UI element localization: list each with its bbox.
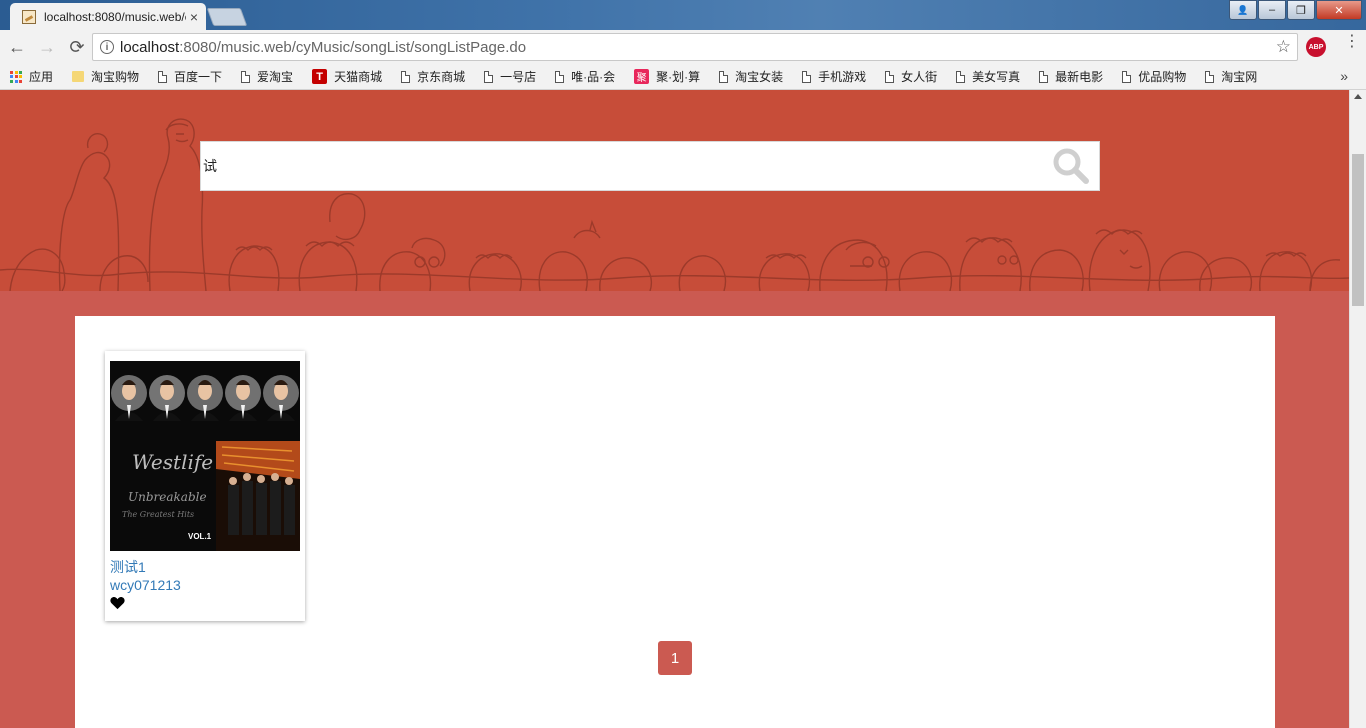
bookmark-label: 女人街 <box>901 70 938 84</box>
page-button-1[interactable]: 1 <box>658 641 692 675</box>
browser-tab[interactable]: localhost:8080/music.web/cyMusic/songLis… <box>10 3 206 30</box>
page-icon <box>1205 70 1215 83</box>
page-icon <box>401 70 411 83</box>
ju-icon: 聚 <box>634 69 650 84</box>
address-bar[interactable]: i localhost:8080/music.web/cyMusic/songL… <box>92 33 1298 61</box>
album-cover[interactable]: Westlife Unbreakable The Greatest Hits V… <box>110 361 300 551</box>
browser-menu-icon[interactable]: ⋮ <box>1344 34 1360 50</box>
forward-button[interactable]: → <box>34 34 60 60</box>
bookmarks-bar: 应用 淘宝购物 百度一下 爱淘宝 T 天猫商城 京东商城 一号店 唯·品·会 聚聚·划·算 淘宝女装… <box>0 64 1366 90</box>
song-card[interactable]: Westlife Unbreakable The Greatest Hits V… <box>105 351 305 621</box>
song-title-link[interactable]: 测试1 <box>110 557 146 577</box>
page-icon <box>802 70 812 83</box>
search-bar <box>200 141 1100 191</box>
page-icon <box>1122 70 1132 83</box>
bookmark-item[interactable]: 爱淘宝 <box>241 68 293 85</box>
adblock-plus-icon[interactable]: ABP <box>1306 37 1326 57</box>
svg-text:Westlife: Westlife <box>132 450 213 474</box>
bookmark-item[interactable]: 美女写真 <box>956 68 1020 85</box>
bookmark-item[interactable]: 一号店 <box>484 68 536 85</box>
page-icon <box>241 70 251 83</box>
page-icon <box>719 70 729 83</box>
song-author-link[interactable]: wcy071213 <box>110 577 181 593</box>
bookmark-item[interactable]: 唯·品·会 <box>555 68 615 85</box>
page-favicon-icon <box>22 9 36 24</box>
page-icon <box>956 70 966 83</box>
bookmark-label: 淘宝网 <box>1221 70 1258 84</box>
page-icon <box>484 70 494 83</box>
bookmark-item[interactable]: 女人街 <box>885 68 937 85</box>
back-button[interactable]: ← <box>4 34 30 60</box>
svg-text:Unbreakable: Unbreakable <box>128 490 207 504</box>
svg-text:The Greatest Hits: The Greatest Hits <box>122 510 194 519</box>
scroll-up-arrow-icon[interactable] <box>1354 94 1362 99</box>
restore-button[interactable]: ❐ <box>1287 0 1315 20</box>
bookmark-label: 百度一下 <box>174 70 223 84</box>
folder-icon <box>72 71 85 82</box>
bookmark-label: 淘宝女装 <box>735 70 784 84</box>
bookmark-item[interactable]: 最新电影 <box>1039 68 1103 85</box>
svg-text:VOL.1: VOL.1 <box>188 532 212 541</box>
scrollbar-thumb[interactable] <box>1352 154 1364 306</box>
bookmark-item[interactable]: 百度一下 <box>158 68 222 85</box>
window-controls: 👤 – ❐ ✕ <box>1228 0 1362 20</box>
bookmark-item[interactable]: 淘宝女装 <box>719 68 783 85</box>
browser-toolbar: ← → ⟳ i localhost:8080/music.web/cyMusic… <box>0 30 1366 64</box>
user-profile-button[interactable]: 👤 <box>1229 0 1257 20</box>
bookmark-item[interactable]: 手机游戏 <box>802 68 866 85</box>
bookmark-label: 唯·品·会 <box>571 70 616 84</box>
bookmark-label: 应用 <box>29 70 54 84</box>
bookmark-item[interactable]: 聚聚·划·算 <box>634 68 700 85</box>
tab-title: localhost:8080/music.web/cyMusic/songLis… <box>44 9 186 24</box>
bookmark-label: 聚·划·算 <box>656 70 701 84</box>
bookmark-label: 爱淘宝 <box>257 70 294 84</box>
bookmark-label: 最新电影 <box>1055 70 1104 84</box>
header-banner <box>0 90 1349 291</box>
bookmark-item[interactable]: 应用 <box>10 68 53 85</box>
close-window-button[interactable]: ✕ <box>1316 0 1362 20</box>
page-icon <box>1039 70 1049 83</box>
bookmark-item[interactable]: 淘宝网 <box>1205 68 1257 85</box>
bookmark-item[interactable]: 优品购物 <box>1122 68 1186 85</box>
apps-icon <box>10 70 22 83</box>
new-tab-button[interactable] <box>206 8 248 26</box>
bookmarks-overflow-icon[interactable]: » <box>1340 68 1348 84</box>
url-text[interactable]: localhost:8080/music.web/cyMusic/songLis… <box>120 39 1276 56</box>
search-icon[interactable] <box>1051 146 1091 186</box>
url-host: localhost <box>120 38 180 56</box>
bookmark-label: 京东商城 <box>417 70 466 84</box>
bookmark-label: 优品购物 <box>1138 70 1187 84</box>
bookmark-label: 手机游戏 <box>818 70 867 84</box>
site-info-icon[interactable]: i <box>100 40 114 54</box>
tmall-icon: T <box>312 69 328 84</box>
bookmark-label: 美女写真 <box>972 70 1021 84</box>
url-path: :8080/music.web/cyMusic/songList/songLis… <box>179 38 527 56</box>
bookmark-label: 天猫商城 <box>334 70 383 84</box>
minimize-button[interactable]: – <box>1258 0 1286 20</box>
pagination: 1 <box>658 641 692 675</box>
reload-button[interactable]: ⟳ <box>64 34 90 60</box>
page-icon <box>555 70 565 83</box>
bookmark-item[interactable]: 京东商城 <box>401 68 465 85</box>
search-input[interactable] <box>201 143 1051 189</box>
bookmark-item[interactable]: T 天猫商城 <box>312 68 382 85</box>
tab-close-icon[interactable]: × <box>190 9 198 25</box>
bookmark-label: 一号店 <box>500 70 537 84</box>
bookmark-star-icon[interactable]: ☆ <box>1276 37 1291 57</box>
page-viewport: Westlife Unbreakable The Greatest Hits V… <box>0 90 1349 728</box>
page-icon <box>885 70 895 83</box>
heart-icon[interactable] <box>110 596 125 610</box>
song-list-panel: Westlife Unbreakable The Greatest Hits V… <box>75 316 1275 728</box>
page-scrollbar[interactable] <box>1349 90 1366 728</box>
bookmark-label: 淘宝购物 <box>91 70 140 84</box>
page-icon <box>158 70 168 83</box>
bookmark-item[interactable]: 淘宝购物 <box>72 68 139 85</box>
